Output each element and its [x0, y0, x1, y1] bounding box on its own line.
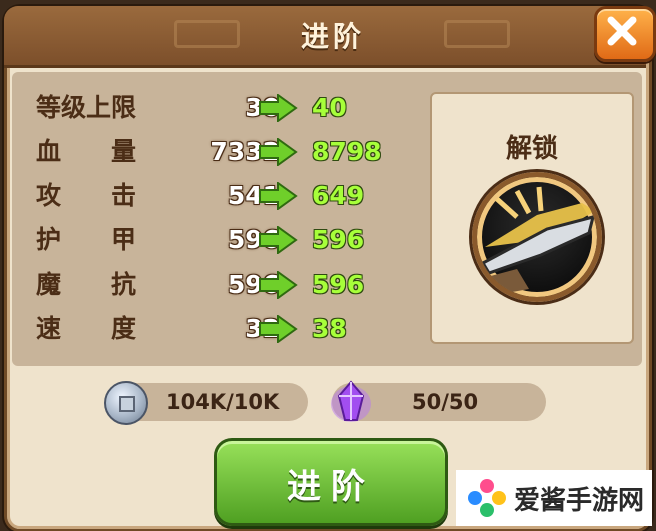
stat-label: 护 甲 — [36, 225, 137, 254]
close-icon — [607, 16, 637, 46]
coin-icon — [104, 381, 148, 425]
site-watermark: 爱酱手游网 — [456, 470, 652, 526]
stat-label: 等级上限 — [36, 93, 137, 122]
dialog-title: 进阶 — [300, 20, 365, 53]
header-ornament-right — [444, 20, 510, 48]
stat-new-value: 649 — [312, 181, 365, 210]
close-button[interactable] — [594, 6, 656, 62]
green-arrow-icon — [259, 182, 298, 210]
green-arrow-icon — [259, 94, 298, 122]
watermark-text: 爱酱手游网 — [514, 486, 645, 516]
stat-label: 魔 抗 — [36, 270, 137, 299]
unlock-title: 解锁 — [505, 134, 558, 164]
stat-new-value: 8798 — [312, 137, 382, 166]
advance-button[interactable]: 进阶 — [214, 438, 448, 526]
blade-icon — [480, 186, 596, 295]
green-arrow-icon — [259, 315, 298, 343]
stat-row-attack: 攻 击 541 649 — [36, 180, 416, 212]
stat-row-level-cap: 等级上限 30 40 — [36, 92, 416, 124]
stat-row-armor: 护 甲 596 596 — [36, 224, 416, 256]
header-ornament-left — [174, 20, 240, 48]
blade-skill-icon[interactable] — [472, 172, 602, 302]
purple-crystal-icon — [331, 380, 371, 422]
stat-row-magic-resist: 魔 抗 596 596 — [36, 269, 416, 301]
unlock-panel: 解锁 — [430, 92, 634, 344]
stat-label: 血 量 — [36, 137, 137, 166]
stat-label: 速 度 — [36, 314, 137, 343]
stat-new-value: 596 — [312, 225, 365, 254]
crystal-cost-value: 50/50 — [412, 390, 479, 414]
stat-new-value: 40 — [312, 93, 347, 122]
stat-row-hp: 血 量 7332 8798 — [36, 136, 416, 168]
green-arrow-icon — [259, 271, 298, 299]
stat-label: 攻 击 — [36, 181, 137, 210]
stat-row-speed: 速 度 32 38 — [36, 313, 416, 345]
advance-button-label: 进阶 — [287, 467, 375, 507]
stat-new-value: 38 — [312, 314, 347, 343]
advance-dialog-screen: 进阶 等级上限 30 40 血 量 7332 8798 攻 击 541 649 … — [0, 0, 656, 531]
coin-cost-value: 104K/10K — [166, 390, 280, 414]
green-arrow-icon — [259, 138, 298, 166]
stat-new-value: 596 — [312, 270, 365, 299]
green-arrow-icon — [259, 226, 298, 254]
pinwheel-logo-icon — [468, 479, 506, 517]
